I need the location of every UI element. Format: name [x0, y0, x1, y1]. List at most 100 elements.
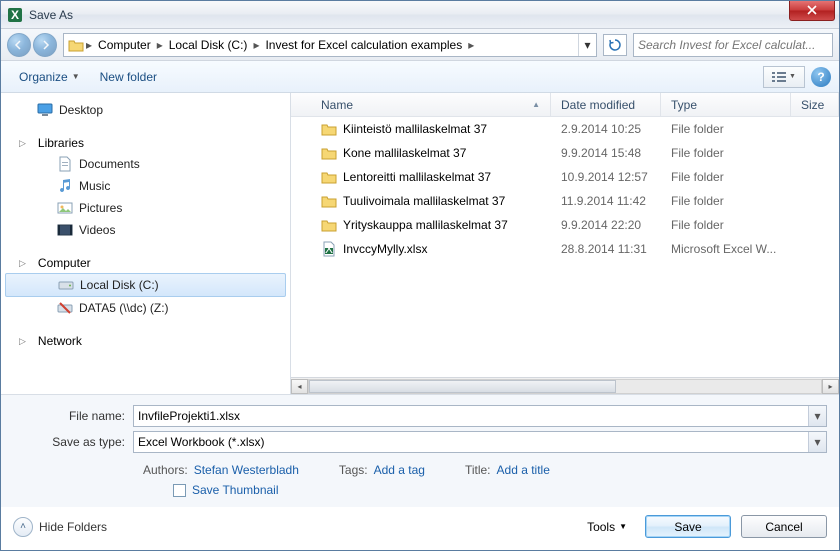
search-box[interactable]	[633, 33, 833, 57]
search-input[interactable]	[638, 38, 828, 52]
view-options-button[interactable]: ▼	[763, 66, 805, 88]
list-item[interactable]: Kone mallilaskelmat 37 9.9.2014 15:48 Fi…	[291, 141, 839, 165]
file-area: Name▲ Date modified Type Size Kiinteistö…	[291, 93, 839, 394]
breadcrumb-bar[interactable]: ▸ Computer ▸ Local Disk (C:) ▸ Invest fo…	[63, 33, 597, 57]
hide-folders-button[interactable]: ˄ Hide Folders	[13, 517, 107, 537]
documents-icon	[57, 156, 73, 172]
folder-icon	[321, 145, 337, 161]
column-date[interactable]: Date modified	[551, 93, 661, 116]
desktop-icon	[37, 102, 53, 118]
folder-icon	[321, 169, 337, 185]
breadcrumb-folder[interactable]: Invest for Excel calculation examples	[261, 38, 466, 52]
folder-icon	[321, 121, 337, 137]
breadcrumb-separator-icon: ▸	[155, 38, 165, 52]
save-button[interactable]: Save	[645, 515, 731, 538]
address-row: ▸ Computer ▸ Local Disk (C:) ▸ Invest fo…	[1, 29, 839, 61]
main-area: Desktop ▷ Libraries Documents Music Pict…	[1, 93, 839, 394]
svg-text:X: X	[325, 242, 333, 256]
tags-label: Tags:	[339, 463, 368, 477]
list-item[interactable]: XInvccyMylly.xlsx 28.8.2014 11:31 Micros…	[291, 237, 839, 261]
column-name[interactable]: Name▲	[291, 93, 551, 116]
breadcrumb-separator-icon: ▸	[84, 38, 94, 52]
window-title: Save As	[29, 8, 73, 22]
list-item[interactable]: Tuulivoimala mallilaskelmat 37 11.9.2014…	[291, 189, 839, 213]
column-headers: Name▲ Date modified Type Size	[291, 93, 839, 117]
tree-expand-icon[interactable]: ▷	[19, 138, 26, 149]
chevron-down-icon: ▼	[619, 522, 627, 531]
chevron-down-icon: ▼	[789, 73, 796, 80]
videos-icon	[57, 222, 73, 238]
folder-icon	[321, 217, 337, 233]
list-item[interactable]: Kiinteistö mallilaskelmat 37 2.9.2014 10…	[291, 117, 839, 141]
network-drive-disconnected-icon	[57, 300, 73, 316]
save-thumbnail-checkbox[interactable]	[173, 484, 186, 497]
authors-value[interactable]: Stefan Westerbladh	[194, 463, 299, 477]
tree-expand-icon[interactable]: ▷	[19, 336, 26, 347]
scroll-left-icon[interactable]: ◂	[291, 379, 308, 394]
tree-network[interactable]: ▷ Network	[1, 331, 290, 351]
column-type[interactable]: Type	[661, 93, 791, 116]
bottom-panel: File name: InvfileProjekti1.xlsx ▾ Save …	[1, 394, 839, 507]
chevron-down-icon: ▼	[72, 72, 80, 81]
organize-button[interactable]: Organize ▼	[9, 66, 90, 88]
new-folder-button[interactable]: New folder	[90, 66, 167, 88]
save-thumbnail-label[interactable]: Save Thumbnail	[192, 483, 279, 497]
toolbar: Organize ▼ New folder ▼ ?	[1, 61, 839, 93]
tags-value[interactable]: Add a tag	[374, 463, 425, 477]
save-as-dialog: X Save As ▸ Computer ▸ Local Disk (C:) ▸…	[0, 0, 840, 551]
tree-computer[interactable]: ▷ Computer	[1, 253, 290, 273]
breadcrumb-separator-icon: ▸	[251, 38, 261, 52]
filename-label: File name:	[13, 409, 133, 423]
chevron-down-icon[interactable]: ▾	[808, 432, 826, 452]
sort-asc-icon: ▲	[532, 100, 540, 109]
saveastype-select[interactable]: Excel Workbook (*.xlsx) ▾	[133, 431, 827, 453]
navigation-tree[interactable]: Desktop ▷ Libraries Documents Music Pict…	[1, 93, 291, 394]
footer: ˄ Hide Folders Tools▼ Save Cancel	[1, 507, 839, 550]
file-list[interactable]: Kiinteistö mallilaskelmat 37 2.9.2014 10…	[291, 117, 839, 377]
chevron-up-icon: ˄	[13, 517, 33, 537]
tree-expand-icon[interactable]: ▷	[19, 258, 26, 269]
save-thumbnail-row: Save Thumbnail	[173, 483, 827, 497]
title-label: Title:	[465, 463, 491, 477]
list-item[interactable]: Yrityskauppa mallilaskelmat 37 9.9.2014 …	[291, 213, 839, 237]
excel-app-icon: X	[7, 7, 23, 23]
drive-icon	[58, 277, 74, 293]
nav-forward-button[interactable]	[33, 33, 57, 57]
nav-arrows	[7, 33, 57, 57]
breadcrumb-local-disk[interactable]: Local Disk (C:)	[165, 38, 252, 52]
address-dropdown-icon[interactable]: ▾	[578, 34, 596, 56]
music-icon	[57, 178, 73, 194]
folder-icon	[68, 37, 84, 53]
list-item[interactable]: Lentoreitti mallilaskelmat 37 10.9.2014 …	[291, 165, 839, 189]
close-button[interactable]	[789, 1, 835, 21]
title-value[interactable]: Add a title	[497, 463, 550, 477]
refresh-button[interactable]	[603, 34, 627, 56]
tree-libraries[interactable]: ▷ Libraries	[1, 133, 290, 153]
saveastype-label: Save as type:	[13, 435, 133, 449]
tree-documents[interactable]: Documents	[1, 153, 290, 175]
tree-videos[interactable]: Videos	[1, 219, 290, 241]
tree-music[interactable]: Music	[1, 175, 290, 197]
folder-icon	[321, 193, 337, 209]
cancel-button[interactable]: Cancel	[741, 515, 827, 538]
chevron-down-icon[interactable]: ▾	[808, 406, 826, 426]
tree-pictures[interactable]: Pictures	[1, 197, 290, 219]
tree-desktop[interactable]: Desktop	[1, 99, 290, 121]
svg-text:X: X	[11, 8, 19, 22]
breadcrumb-computer[interactable]: Computer	[94, 38, 155, 52]
help-button[interactable]: ?	[811, 67, 831, 87]
authors-label: Authors:	[143, 463, 188, 477]
tools-menu[interactable]: Tools▼	[587, 520, 627, 534]
scroll-track[interactable]	[308, 379, 822, 394]
titlebar: X Save As	[1, 1, 839, 29]
breadcrumb-separator-icon: ▸	[466, 38, 476, 52]
scroll-right-icon[interactable]: ▸	[822, 379, 839, 394]
horizontal-scrollbar[interactable]: ◂ ▸	[291, 377, 839, 394]
scroll-thumb[interactable]	[309, 380, 616, 393]
filename-input[interactable]: InvfileProjekti1.xlsx ▾	[133, 405, 827, 427]
column-size[interactable]: Size	[791, 93, 839, 116]
excel-file-icon: X	[321, 241, 337, 257]
nav-back-button[interactable]	[7, 33, 31, 57]
tree-local-disk[interactable]: Local Disk (C:)	[5, 273, 286, 297]
tree-network-drive[interactable]: DATA5 (\\dc) (Z:)	[1, 297, 290, 319]
